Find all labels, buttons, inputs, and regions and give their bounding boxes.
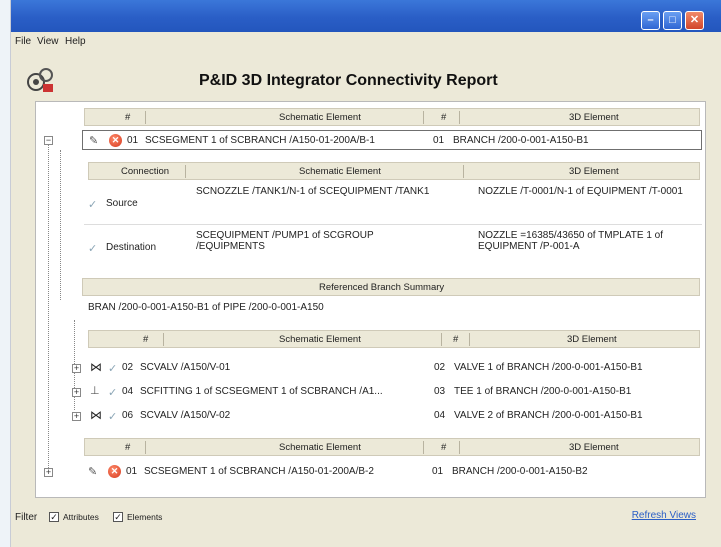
expand-toggle[interactable]: + [44,468,53,477]
menu-file[interactable]: File [15,36,31,47]
connection-row-source[interactable]: ✓ Source SCNOZZLE /TANK1/N-1 of SCEQUIPM… [84,184,700,222]
check-icon: ✓ [108,387,118,399]
col-schematic: Schematic Element [279,334,361,345]
segment-row-1[interactable]: ✎ ✕ 01 SCSEGMENT 1 of SCBRANCH /A150-01-… [82,130,702,150]
filter-label: Filter [15,512,38,523]
attributes-label: Attributes [63,512,99,522]
component-schematic: SCVALV /A150/V-02 [140,410,231,421]
refresh-views-link[interactable]: Refresh Views [632,510,696,521]
connection-row-destination[interactable]: ✓ Destination SCEQUIPMENT /PUMP1 of SCGR… [84,228,700,266]
component-schematic: SCVALV /A150/V-01 [140,362,231,373]
maximize-button[interactable]: □ [663,11,682,30]
col-num-3d: # [441,442,447,453]
error-icon: ✕ [108,465,121,478]
component-3d: TEE 1 of BRANCH /200-0-001-A150-B1 [454,386,632,397]
component-row[interactable]: + ⋈ ✓ 06 SCVALV /A150/V-02 04 VALVE 2 of… [72,406,700,426]
component-num-3d: 02 [434,362,446,373]
segment-num-3d: 01 [433,135,445,146]
expand-toggle[interactable]: + [72,388,81,397]
check-icon: ✓ [108,411,118,423]
check-icon: ✓ [88,243,98,255]
title-bar: – □ ✕ [11,0,721,32]
segment-num: 01 [127,135,139,146]
report-header: P&ID 3D Integrator Connectivity Report [11,62,721,102]
connection-3d: NOZZLE =16385/43650 of TMPLATE 1 of EQUI… [478,230,664,252]
filter-bar: Filter ✓ Attributes ✓ Elements Refresh V… [11,500,721,530]
col-connection: Connection [121,166,170,177]
sub-column-header: # Schematic Element # 3D Element [88,330,700,348]
connection-header: Connection Schematic Element 3D Element [88,162,700,180]
col-3d: 3D Element [569,112,619,123]
connection-type: Destination [106,242,157,253]
col-num: # [125,112,131,123]
check-icon: ✓ [88,199,98,211]
connection-schematic: SCEQUIPMENT /PUMP1 of SCGROUP /EQUIPMENT… [196,230,374,252]
collapse-toggle[interactable]: − [44,136,53,145]
col-schematic: Schematic Element [299,166,381,177]
column-header: # Schematic Element # 3D Element [84,438,700,456]
valve-icon: ⋈ [90,408,102,422]
expand-toggle[interactable]: + [72,412,81,421]
component-row[interactable]: + ⋈ ✓ 02 SCVALV /A150/V-01 02 VALVE 1 of… [72,358,700,378]
tee-icon: ⊥ [90,385,100,397]
attributes-checkbox[interactable]: ✓ [49,512,59,522]
component-row[interactable]: + ⊥ ✓ 04 SCFITTING 1 of SCSEGMENT 1 of S… [72,382,700,402]
segment-num: 01 [126,466,138,477]
tree-connector [60,150,61,300]
summary-title: Referenced Branch Summary [319,282,445,293]
report-tree[interactable]: # Schematic Element # 3D Element ✎ ✕ 01 … [35,101,706,498]
component-3d: VALVE 1 of BRANCH /200-0-001-A150-B1 [454,362,643,373]
elements-label: Elements [127,512,163,522]
connection-schematic: SCNOZZLE /TANK1/N-1 of SCEQUIPMENT /TANK… [196,186,430,197]
elements-checkbox[interactable]: ✓ [113,512,123,522]
check-icon: ✓ [108,363,118,375]
close-button[interactable]: ✕ [685,11,704,30]
summary-header: Referenced Branch Summary [82,278,700,296]
col-num-3d: # [441,112,447,123]
app-window: – □ ✕ File View Help P&ID 3D Integrator … [10,0,721,547]
col-num: # [125,442,131,453]
minimize-button[interactable]: – [641,11,660,30]
connection-type: Source [106,198,138,209]
tree-connector [48,140,49,470]
menu-bar: File View Help [11,32,721,52]
segment-schematic: SCSEGMENT 1 of SCBRANCH /A150-01-200A/B-… [145,135,375,146]
error-icon: ✕ [109,134,122,147]
divider [84,224,702,225]
component-3d: VALVE 2 of BRANCH /200-0-001-A150-B1 [454,410,643,421]
col-num-3d: # [453,334,459,345]
component-num-3d: 03 [434,386,446,397]
column-header: # Schematic Element # 3D Element [84,108,700,126]
col-3d: 3D Element [569,166,619,177]
col-num: # [143,334,149,345]
summary-row[interactable]: BRAN /200-0-001-A150-B1 of PIPE /200-0-0… [84,298,700,318]
menu-view[interactable]: View [37,36,59,47]
component-num: 06 [122,410,134,421]
wrench-icon: ✎ [89,135,99,147]
menu-help[interactable]: Help [65,36,86,47]
col-schematic: Schematic Element [279,442,361,453]
segment-3d-element: BRANCH /200-0-001-A150-B2 [452,466,588,477]
segment-row-2[interactable]: ✎ ✕ 01 SCSEGMENT 1 of SCBRANCH /A150-01-… [82,462,702,482]
integrator-logo-icon [27,68,53,92]
segment-3d-element: BRANCH /200-0-001-A150-B1 [453,135,589,146]
summary-text: BRAN /200-0-001-A150-B1 of PIPE /200-0-0… [88,302,324,313]
wrench-icon: ✎ [88,466,98,478]
valve-icon: ⋈ [90,360,102,374]
component-schematic: SCFITTING 1 of SCSEGMENT 1 of SCBRANCH /… [140,386,383,397]
col-schematic: Schematic Element [279,112,361,123]
report-title: P&ID 3D Integrator Connectivity Report [199,72,498,89]
expand-toggle[interactable]: + [72,364,81,373]
col-3d: 3D Element [569,442,619,453]
component-num: 02 [122,362,134,373]
component-num: 04 [122,386,134,397]
component-num-3d: 04 [434,410,446,421]
col-3d: 3D Element [567,334,617,345]
segment-schematic: SCSEGMENT 1 of SCBRANCH /A150-01-200A/B-… [144,466,374,477]
segment-num-3d: 01 [432,466,444,477]
connection-3d: NOZZLE /T-0001/N-1 of EQUIPMENT /T-0001 [478,186,683,197]
